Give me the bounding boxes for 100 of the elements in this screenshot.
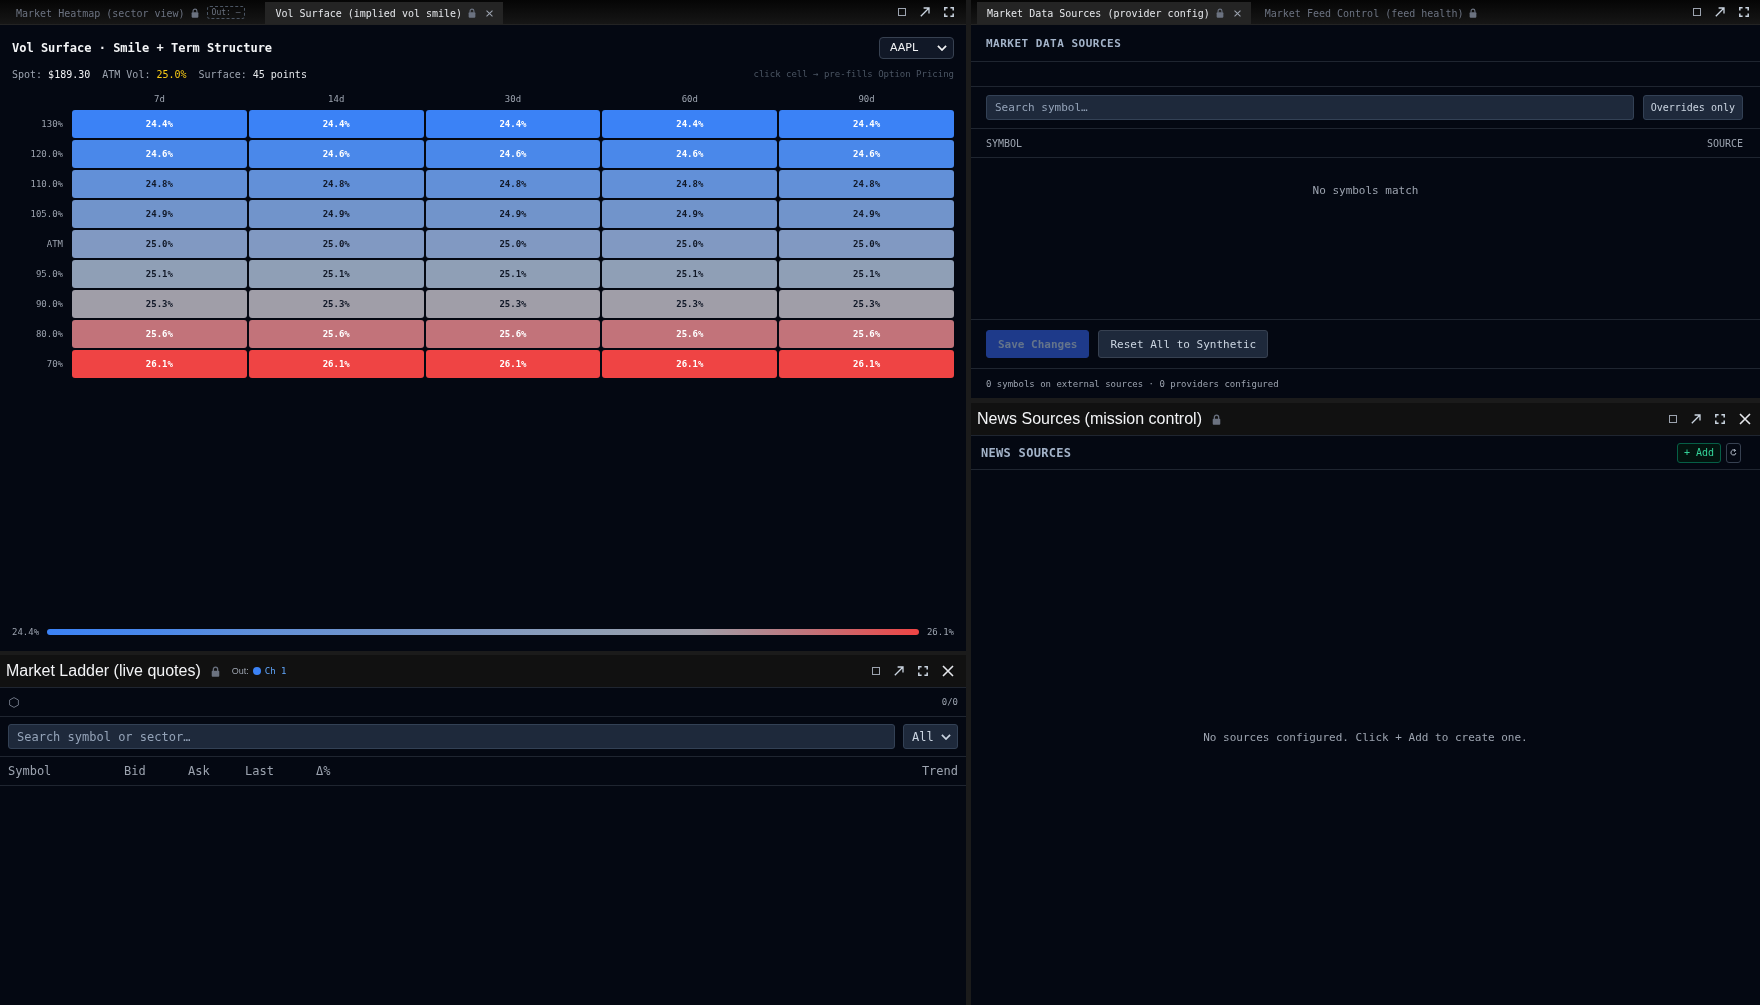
heatmap-cell[interactable]: 24.9% <box>72 200 247 228</box>
tab[interactable]: Market Feed Control (feed health) <box>1254 2 1488 24</box>
square-icon[interactable] <box>898 8 906 16</box>
column-header: 90d <box>857 94 876 104</box>
tab[interactable]: Market Heatmap (sector view) <box>6 2 209 24</box>
refresh-icon <box>1730 449 1737 456</box>
close-icon[interactable] <box>486 9 494 17</box>
output-label: Out: <box>231 666 249 676</box>
search-field[interactable]: Search symbol or sector… <box>8 724 895 749</box>
fullscreen-icon[interactable] <box>944 7 954 17</box>
heatmap-cell[interactable]: 24.4% <box>72 110 247 138</box>
row-label: 120.0% <box>29 149 64 159</box>
heatmap-cell[interactable]: 24.4% <box>248 110 424 138</box>
heatmap-cell[interactable]: 24.4% <box>425 110 601 138</box>
heatmap-cell[interactable]: 24.8% <box>425 170 601 198</box>
square-icon[interactable] <box>872 667 880 675</box>
heatmap-cell[interactable]: 24.6% <box>72 140 247 168</box>
heatmap-cell[interactable]: 25.3% <box>602 290 778 318</box>
heatmap-cell[interactable]: 24.4% <box>779 110 954 138</box>
heatmap-cell[interactable]: 25.1% <box>779 260 954 288</box>
search-field[interactable]: Search symbol… <box>986 95 1634 120</box>
row-label: ATM <box>45 239 64 249</box>
fullscreen-icon[interactable] <box>1715 414 1725 424</box>
column-header: Δ% <box>316 764 332 778</box>
heatmap-cell[interactable]: 25.6% <box>602 320 778 348</box>
heatmap-cell[interactable]: 24.6% <box>248 140 424 168</box>
arrow-up-right-icon[interactable] <box>894 666 904 676</box>
close-icon[interactable] <box>1233 9 1241 17</box>
heatmap-cell[interactable]: 25.0% <box>248 230 424 258</box>
heatmap-cell[interactable]: 25.0% <box>779 230 954 258</box>
heatmap-cell[interactable]: 26.1% <box>425 350 601 378</box>
heatmap-cell[interactable]: 25.1% <box>425 260 601 288</box>
heatmap-cell[interactable]: 25.3% <box>425 290 601 318</box>
row-label: 90.0% <box>34 299 64 309</box>
heatmap-cell[interactable]: 25.0% <box>602 230 778 258</box>
column-header: 30d <box>503 94 523 104</box>
heatmap-cell[interactable]: 25.1% <box>72 260 247 288</box>
filter-select[interactable]: All <box>903 724 958 749</box>
row-label: 70% <box>45 359 64 369</box>
fullscreen-icon[interactable] <box>1739 7 1749 17</box>
filter-button[interactable]: Overrides only <box>1642 95 1743 120</box>
heatmap-cell[interactable]: 26.1% <box>72 350 247 378</box>
heatmap-cell[interactable]: 25.3% <box>248 290 424 318</box>
heatmap-cell[interactable]: 25.1% <box>248 260 424 288</box>
output-badge[interactable]: Out: – <box>206 5 246 19</box>
column-header: SYMBOL <box>986 137 1023 149</box>
heatmap-cell[interactable]: 24.9% <box>779 200 954 228</box>
add-button[interactable]: + Add <box>1676 442 1721 463</box>
heatmap-cell[interactable]: 24.9% <box>248 200 424 228</box>
heatmap-cell[interactable]: 26.1% <box>248 350 424 378</box>
channel-label[interactable]: Ch 1 <box>264 666 287 676</box>
heatmap-cell[interactable]: 24.6% <box>425 140 601 168</box>
heatmap-cell[interactable]: 24.6% <box>602 140 778 168</box>
row-label: 95.0% <box>34 269 64 279</box>
heatmap-cell[interactable]: 24.9% <box>602 200 778 228</box>
heatmap-cell[interactable]: 26.1% <box>602 350 778 378</box>
heatmap-cell[interactable]: 24.6% <box>779 140 954 168</box>
heatmap-cell[interactable]: 24.8% <box>779 170 954 198</box>
fullscreen-icon[interactable] <box>918 666 928 676</box>
hexagon-icon <box>9 696 19 708</box>
arrow-up-right-icon[interactable] <box>1691 414 1701 424</box>
count-text: 0/0 <box>941 697 958 707</box>
heatmap-cell[interactable]: 25.0% <box>72 230 247 258</box>
section-heading: MARKET DATA SOURCES <box>986 36 1122 50</box>
arrow-up-right-icon[interactable] <box>1715 7 1725 17</box>
heatmap-cell[interactable]: 24.8% <box>248 170 424 198</box>
row-label: 110.0% <box>29 179 64 189</box>
column-header: Symbol <box>8 764 53 778</box>
heatmap-cell[interactable]: 25.6% <box>248 320 424 348</box>
ticker-select[interactable]: AAPL <box>879 36 954 59</box>
heatmap-cell[interactable]: 25.3% <box>779 290 954 318</box>
heatmap-cell[interactable]: 24.4% <box>602 110 778 138</box>
row-label: 105.0% <box>29 209 64 219</box>
square-icon[interactable] <box>1669 415 1677 423</box>
column-header: Trend <box>921 764 958 778</box>
heatmap-cell[interactable]: 25.1% <box>602 260 778 288</box>
arrow-up-right-icon[interactable] <box>920 7 930 17</box>
heatmap-cell[interactable]: 25.6% <box>779 320 954 348</box>
heatmap-cell[interactable]: 25.3% <box>72 290 247 318</box>
dot-icon <box>252 667 261 675</box>
heatmap-cell[interactable]: 25.6% <box>425 320 601 348</box>
heatmap-cell[interactable]: 24.8% <box>602 170 778 198</box>
heatmap-cell[interactable]: 24.8% <box>72 170 247 198</box>
column-header: 14d <box>327 94 346 104</box>
chevron-down-icon <box>937 44 947 51</box>
stat-label: ATM Vol: <box>102 68 151 80</box>
tab[interactable]: Vol Surface (implied vol smile) <box>265 2 504 24</box>
stat-value: 45 points <box>252 68 307 80</box>
column-header: SOURCE <box>1706 137 1743 149</box>
heatmap-cell[interactable]: 25.6% <box>72 320 247 348</box>
heatmap-cell[interactable]: 24.9% <box>425 200 601 228</box>
square-icon[interactable] <box>1693 8 1701 16</box>
empty-message: No sources configured. Click + Add to create one. <box>1203 731 1528 744</box>
heatmap-cell[interactable]: 26.1% <box>779 350 954 378</box>
reset-button[interactable]: Reset All to Synthetic <box>1098 330 1269 358</box>
heatmap-cell[interactable]: 25.0% <box>425 230 601 258</box>
tab[interactable]: Market Data Sources (provider config) <box>977 2 1251 24</box>
row-label: 80.0% <box>34 329 64 339</box>
panel-title: Market Ladder (live quotes) <box>6 662 201 680</box>
refresh-button[interactable] <box>1726 442 1741 463</box>
